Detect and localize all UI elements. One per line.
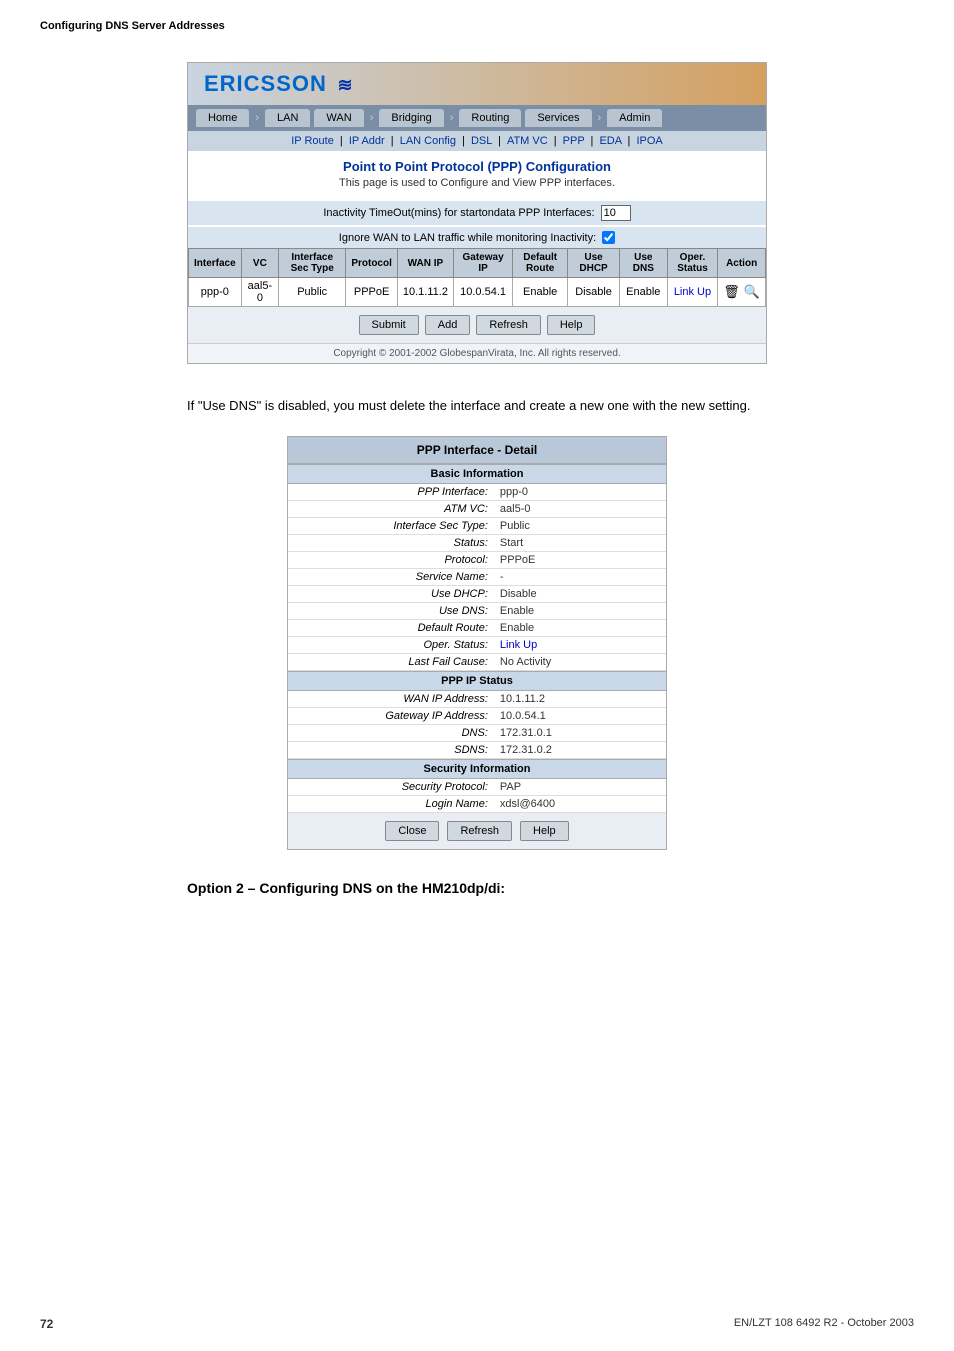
section-ppp-ip-status: PPP IP Status [288, 671, 666, 691]
page-subtitle: This page is used to Configure and View … [196, 177, 758, 189]
submit-button[interactable]: Submit [359, 315, 419, 335]
detail-row-protocol: Protocol: PPPoE [288, 552, 666, 569]
sub-nav-ipaddr[interactable]: IP Addr [349, 135, 385, 147]
detail-row-login-name: Login Name: xdsl@6400 [288, 796, 666, 813]
detail-row-sdns: SDNS: 172.31.0.2 [288, 742, 666, 759]
nav-wan[interactable]: WAN [314, 109, 363, 127]
nav-services[interactable]: Services [525, 109, 591, 127]
col-wan-ip: WAN IP [397, 249, 453, 278]
sub-nav-lanconfig[interactable]: LAN Config [400, 135, 456, 147]
col-oper-status: Oper. Status [667, 249, 718, 278]
action-icons: 🗑 🔍 [723, 284, 760, 300]
nav-home[interactable]: Home [196, 109, 249, 127]
config-label2: Ignore WAN to LAN traffic while monitori… [339, 232, 596, 244]
page-header: Configuring DNS Server Addresses [40, 20, 914, 32]
cell-default-route: Enable [513, 278, 568, 307]
nav-routing[interactable]: Routing [459, 109, 521, 127]
page-footer: 72 EN/LZT 108 6492 R2 - October 2003 [40, 1317, 914, 1331]
col-gateway-ip: Gateway IP [453, 249, 512, 278]
footer-doc-ref: EN/LZT 108 6492 R2 - October 2003 [734, 1317, 914, 1331]
col-use-dhcp: Use DHCP [568, 249, 620, 278]
detail-row-dns: DNS: 172.31.0.1 [288, 725, 666, 742]
col-protocol: Protocol [346, 249, 398, 278]
nav-lan[interactable]: LAN [265, 109, 310, 127]
config-label1: Inactivity TimeOut(mins) for startondata… [323, 207, 594, 219]
option-heading: Option 2 – Configuring DNS on the HM210d… [187, 880, 767, 896]
cell-use-dns: Enable [619, 278, 667, 307]
detail-row-security-protocol: Security Protocol: PAP [288, 779, 666, 796]
refresh-button-detail[interactable]: Refresh [447, 821, 512, 841]
sub-nav-ppp[interactable]: PPP [563, 135, 585, 147]
detail-row-oper-status: Oper. Status: Link Up [288, 637, 666, 654]
close-button[interactable]: Close [385, 821, 439, 841]
copyright-text: Copyright © 2001-2002 GlobespanVirata, I… [188, 343, 766, 363]
sub-nav-eda[interactable]: EDA [599, 135, 621, 147]
col-action: Action [718, 249, 766, 278]
detail-row-status: Status: Start [288, 535, 666, 552]
col-iface-sec-type: Interface Sec Type [279, 249, 346, 278]
detail-box: PPP Interface - Detail Basic Information… [287, 436, 667, 850]
cell-interface: ppp-0 [189, 278, 242, 307]
bottom-buttons: Submit Add Refresh Help [188, 307, 766, 343]
page-title-main: Point to Point Protocol (PPP) Configurat… [196, 159, 758, 174]
col-default-route: Default Route [513, 249, 568, 278]
detail-row-atm-vc: ATM VC: aal5-0 [288, 501, 666, 518]
col-interface: Interface [189, 249, 242, 278]
detail-row-ppp-interface: PPP Interface: ppp-0 [288, 484, 666, 501]
config-row: Inactivity TimeOut(mins) for startondata… [188, 201, 766, 225]
ericsson-logo: ERICSSON ≋ [200, 71, 354, 97]
sub-nav-atmvc[interactable]: ATM VC [507, 135, 548, 147]
cell-action: 🗑 🔍 [718, 278, 766, 307]
cell-protocol: PPPoE [346, 278, 398, 307]
cell-gateway-ip: 10.0.54.1 [453, 278, 512, 307]
section-basic-info: Basic Information [288, 464, 666, 484]
cell-use-dhcp: Disable [568, 278, 620, 307]
ignore-wan-checkbox[interactable] [602, 231, 615, 244]
page-title-area: Point to Point Protocol (PPP) Configurat… [188, 151, 766, 197]
edit-icon[interactable]: 🔍 [744, 284, 760, 300]
detail-row-iface-sec-type: Interface Sec Type: Public [288, 518, 666, 535]
sub-nav: IP Route | IP Addr | LAN Config | DSL | … [188, 131, 766, 151]
description-text: If "Use DNS" is disabled, you must delet… [187, 396, 767, 416]
detail-title: PPP Interface - Detail [288, 437, 666, 464]
cell-oper-status: Link Up [667, 278, 718, 307]
table-row: ppp-0 aal5-0 Public PPPoE 10.1.11.2 10.0… [189, 278, 766, 307]
detail-row-last-fail: Last Fail Cause: No Activity [288, 654, 666, 671]
cell-vc: aal5-0 [241, 278, 278, 307]
help-button-detail[interactable]: Help [520, 821, 569, 841]
detail-row-gateway-ip: Gateway IP Address: 10.0.54.1 [288, 708, 666, 725]
detail-row-service-name: Service Name: - [288, 569, 666, 586]
sub-nav-dsl[interactable]: DSL [471, 135, 492, 147]
nav-bridging[interactable]: Bridging [379, 109, 443, 127]
section-security-info: Security Information [288, 759, 666, 779]
content-area: ERICSSON ≋ Home › LAN WAN › Bridging › R… [40, 62, 914, 906]
col-vc: VC [241, 249, 278, 278]
detail-buttons: Close Refresh Help [288, 813, 666, 849]
detail-row-wan-ip: WAN IP Address: 10.1.11.2 [288, 691, 666, 708]
detail-row-use-dns: Use DNS: Enable [288, 603, 666, 620]
delete-icon[interactable]: 🗑 [723, 284, 740, 300]
refresh-button[interactable]: Refresh [476, 315, 541, 335]
nav-admin[interactable]: Admin [607, 109, 662, 127]
router-ui-box: ERICSSON ≋ Home › LAN WAN › Bridging › R… [187, 62, 767, 364]
timeout-input[interactable] [601, 205, 631, 221]
help-button[interactable]: Help [547, 315, 596, 335]
sub-nav-ipoa[interactable]: IPOA [636, 135, 662, 147]
cell-wan-ip: 10.1.11.2 [397, 278, 453, 307]
router-header: ERICSSON ≋ [188, 63, 766, 105]
ppp-table: Interface VC Interface Sec Type Protocol… [188, 248, 766, 307]
page-number: 72 [40, 1317, 53, 1331]
detail-row-default-route: Default Route: Enable [288, 620, 666, 637]
sub-nav-iproute[interactable]: IP Route [291, 135, 334, 147]
nav-bar: Home › LAN WAN › Bridging › Routing Serv… [188, 105, 766, 131]
detail-row-use-dhcp: Use DHCP: Disable [288, 586, 666, 603]
add-button[interactable]: Add [425, 315, 471, 335]
col-use-dns: Use DNS [619, 249, 667, 278]
config-row2: Ignore WAN to LAN traffic while monitori… [188, 227, 766, 248]
cell-iface-sec-type: Public [279, 278, 346, 307]
